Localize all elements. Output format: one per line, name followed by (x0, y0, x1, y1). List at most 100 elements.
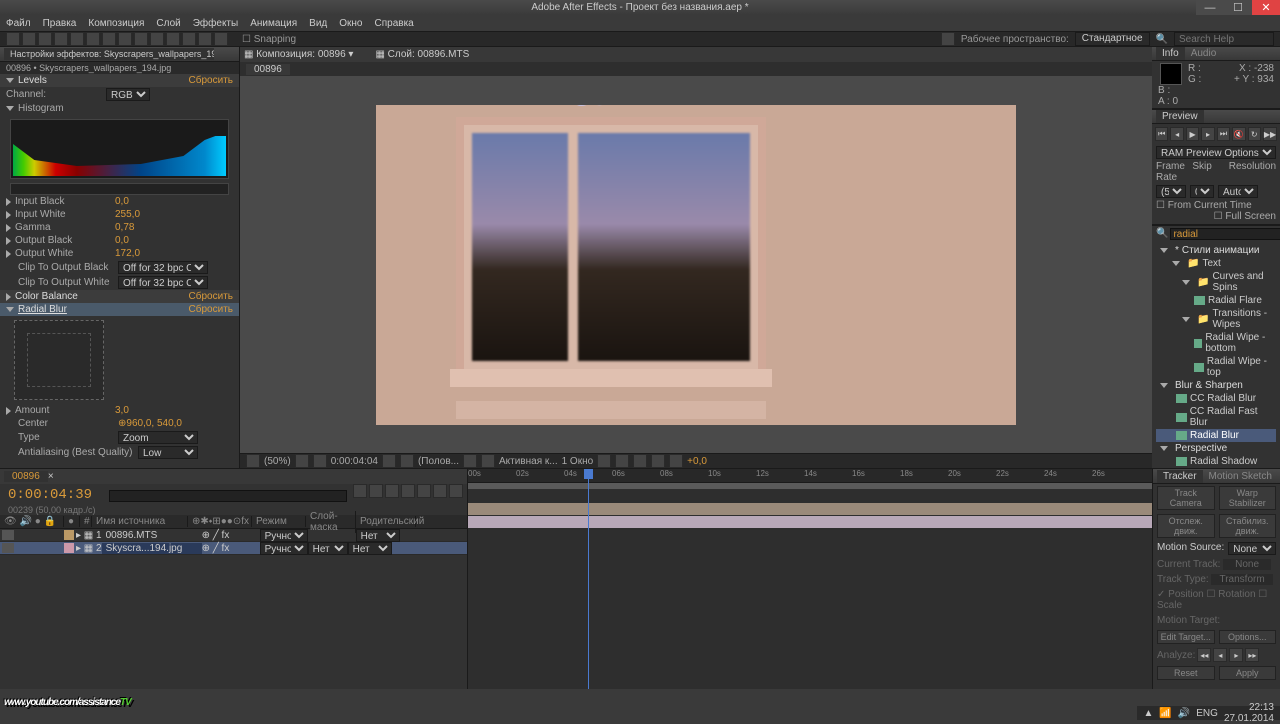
resolution-icon[interactable] (295, 454, 309, 468)
auto-keyframe-icon[interactable] (449, 484, 463, 498)
prev-frame-icon[interactable]: ◂ (1170, 127, 1183, 141)
channel-select[interactable]: RGB (106, 88, 150, 101)
menu-layer[interactable]: Слой (156, 18, 180, 29)
layer-bar-2[interactable] (468, 516, 1152, 528)
brainstorm-icon[interactable] (433, 484, 447, 498)
channel-icon[interactable] (400, 454, 414, 468)
next-frame-icon[interactable]: ▸ (1201, 127, 1214, 141)
layer-tab[interactable]: ▦ Слой: 00896.MTS (375, 49, 469, 60)
loop-icon[interactable]: ↻ (1248, 127, 1261, 141)
pen-tool-icon[interactable] (118, 32, 132, 46)
pan-behind-tool-icon[interactable] (86, 32, 100, 46)
time-ruler[interactable]: 00s 02s 04s 06s 08s 10s 12s 14s 16s 18s … (468, 469, 1152, 483)
clone-tool-icon[interactable] (166, 32, 180, 46)
timeline-icon[interactable] (633, 454, 647, 468)
text-tool-icon[interactable] (134, 32, 148, 46)
ram-preview-icon[interactable]: ▶▶ (1263, 127, 1277, 141)
eye-icon[interactable] (2, 543, 14, 553)
comp-subtab[interactable]: 00896 (246, 64, 290, 75)
menu-composition[interactable]: Композиция (88, 18, 144, 29)
levels-slider[interactable] (10, 183, 229, 195)
transparency-icon[interactable] (481, 454, 495, 468)
zoom-tool-icon[interactable] (38, 32, 52, 46)
effects-search-input[interactable] (1170, 228, 1280, 240)
radial-blur-effect[interactable]: Radial Blur (1156, 429, 1276, 442)
camera-select[interactable]: Активная к... (499, 456, 558, 467)
layer-search[interactable] (109, 490, 347, 502)
menu-edit[interactable]: Правка (43, 18, 77, 29)
rotate-tool-icon[interactable] (54, 32, 68, 46)
roi-icon[interactable] (463, 454, 477, 468)
snapshot-icon[interactable] (382, 454, 396, 468)
menu-view[interactable]: Вид (309, 18, 327, 29)
hand-tool-icon[interactable] (22, 32, 36, 46)
flowchart-icon[interactable] (651, 454, 665, 468)
search-help-input[interactable] (1174, 32, 1274, 46)
shy-icon[interactable] (369, 484, 383, 498)
menu-help[interactable]: Справка (375, 18, 414, 29)
comp-mini-icon[interactable] (353, 484, 367, 498)
color-balance-header[interactable]: Color Balance Сбросить (0, 290, 239, 303)
grid-icon[interactable] (313, 454, 327, 468)
roto-tool-icon[interactable] (198, 32, 212, 46)
comp-preview[interactable]: ⌐═ ℂʘ (376, 105, 1016, 425)
timeline-tab[interactable]: 00896 (4, 471, 48, 482)
snapping-label[interactable]: ☐ Snapping (242, 34, 296, 45)
layer-row-1[interactable]: ▸ ▦ 1 00896.MTS ⊕ ╱ fx Ручное Нет (0, 529, 467, 542)
brush-tool-icon[interactable] (150, 32, 164, 46)
right-panels: InfoAudio R :X : -238 G :+ Y : 934 B : A… (1152, 47, 1280, 468)
preview-tab[interactable]: Preview (1156, 110, 1204, 123)
graph-editor-icon[interactable] (417, 484, 431, 498)
motion-blur-icon[interactable] (401, 484, 415, 498)
exposure-value[interactable]: +0,0 (687, 456, 707, 467)
eye-icon[interactable] (2, 530, 14, 540)
eraser-tool-icon[interactable] (182, 32, 196, 46)
maximize-button[interactable]: ☐ (1224, 0, 1252, 15)
play-icon[interactable]: ▶ (1186, 127, 1199, 141)
first-frame-icon[interactable]: ⏮ (1155, 127, 1168, 141)
layer-path: 00896 • Skyscrapers_wallpapers_194.jpg (0, 62, 239, 74)
layer-bar-1[interactable] (468, 503, 1152, 515)
lang-indicator[interactable]: ENG (1196, 708, 1218, 719)
menu-window[interactable]: Окно (339, 18, 362, 29)
camera-tool-icon[interactable] (70, 32, 84, 46)
mute-icon[interactable]: 🔇 (1232, 127, 1245, 141)
menu-effects[interactable]: Эффекты (193, 18, 238, 29)
current-timecode[interactable]: 0:00:04:39 (0, 485, 103, 505)
resolution-select[interactable]: (Полов... (418, 456, 459, 467)
view-layout[interactable]: 1 Окно (562, 456, 594, 467)
tray-icon[interactable]: ▲ (1143, 708, 1153, 719)
comp-tab[interactable]: ▦ Композиция: 00896 ▾ (244, 49, 353, 60)
radial-blur-header[interactable]: Radial Blur Сбросить (0, 303, 239, 316)
viewer-timecode[interactable]: 0:00:04:04 (331, 456, 378, 467)
puppet-tool-icon[interactable] (214, 32, 228, 46)
shape-tool-icon[interactable] (102, 32, 116, 46)
close-button[interactable]: ✕ (1252, 0, 1280, 15)
playhead[interactable] (588, 469, 589, 689)
chat-icon[interactable] (941, 32, 955, 46)
frame-blend-icon[interactable] (385, 484, 399, 498)
zoom-level[interactable]: (50%) (264, 456, 291, 467)
network-icon[interactable]: 📶 (1159, 708, 1171, 719)
last-frame-icon[interactable]: ⏭ (1217, 127, 1230, 141)
histogram[interactable] (10, 119, 229, 179)
radial-blur-preview[interactable] (14, 320, 104, 400)
fast-preview-icon[interactable] (615, 454, 629, 468)
always-preview-icon[interactable] (246, 454, 260, 468)
color-swatch (1160, 63, 1182, 85)
info-tab[interactable]: Info (1156, 47, 1185, 60)
volume-icon[interactable]: 🔊 (1178, 708, 1190, 719)
timeline-tracks[interactable]: 00s 02s 04s 06s 08s 10s 12s 14s 16s 18s … (468, 469, 1152, 689)
effect-controls-tab[interactable]: Настройки эффектов: Skyscrapers_wallpape… (4, 48, 214, 60)
selection-tool-icon[interactable] (6, 32, 20, 46)
levels-effect-header[interactable]: Levels Сбросить (0, 74, 239, 87)
viewer[interactable]: ⌐═ ℂʘ (240, 76, 1152, 453)
menu-animation[interactable]: Анимация (250, 18, 297, 29)
tracker-tab[interactable]: Tracker (1157, 470, 1203, 483)
exposure-reset-icon[interactable] (669, 454, 683, 468)
workspace-select[interactable]: Стандартное (1075, 32, 1150, 46)
pixel-aspect-icon[interactable] (597, 454, 611, 468)
layer-row-2[interactable]: ▸ ▦ 2 Skyscra...194.jpg ⊕ ╱ fx Ручное Не… (0, 542, 467, 555)
minimize-button[interactable]: — (1196, 0, 1224, 15)
menu-file[interactable]: Файл (6, 18, 31, 29)
